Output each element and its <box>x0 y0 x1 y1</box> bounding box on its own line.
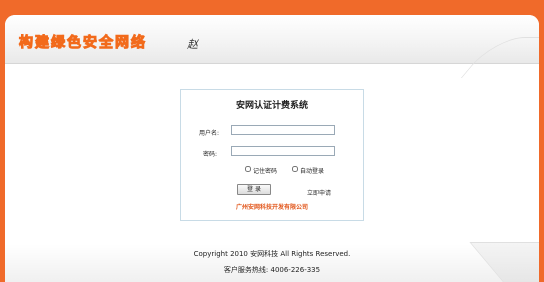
login-title: 安网认证计费系统 <box>235 101 308 111</box>
header-banner: 构建绿色安全网络 赵 <box>5 15 539 78</box>
slogan: 构建绿色安全网络 <box>19 35 147 52</box>
page-container: 构建绿色安全网络 赵 安网认证计费系统 用户名: 密码: 记住密码 自动登录 登… <box>5 15 539 282</box>
login-button[interactable]: 登 录 <box>237 184 271 195</box>
remember-password-checkbox[interactable] <box>245 166 251 172</box>
apply-now-link[interactable]: 立即申请 <box>307 188 331 197</box>
copyright-text: Copyright 2010 安网科技 All Rights Reserved. <box>193 250 351 258</box>
password-label: 密码: <box>203 151 218 158</box>
company-name: 广州安网科技开发有限公司 <box>235 204 308 211</box>
header-decoration <box>460 37 539 78</box>
auto-login-label: 自动登录 <box>300 168 325 175</box>
hotline-text: 客户服务热线: 4006-226-335 <box>223 266 321 274</box>
remember-password-label: 记住密码 <box>253 168 278 175</box>
username-input[interactable] <box>231 125 335 135</box>
auto-login-checkbox[interactable] <box>292 166 298 172</box>
signature-mark: 赵 <box>187 38 198 51</box>
login-panel: 安网认证计费系统 用户名: 密码: 记住密码 自动登录 登 录 立即申请 广州安… <box>180 89 364 221</box>
password-input[interactable] <box>231 146 335 156</box>
username-label: 用户名: <box>199 130 220 137</box>
